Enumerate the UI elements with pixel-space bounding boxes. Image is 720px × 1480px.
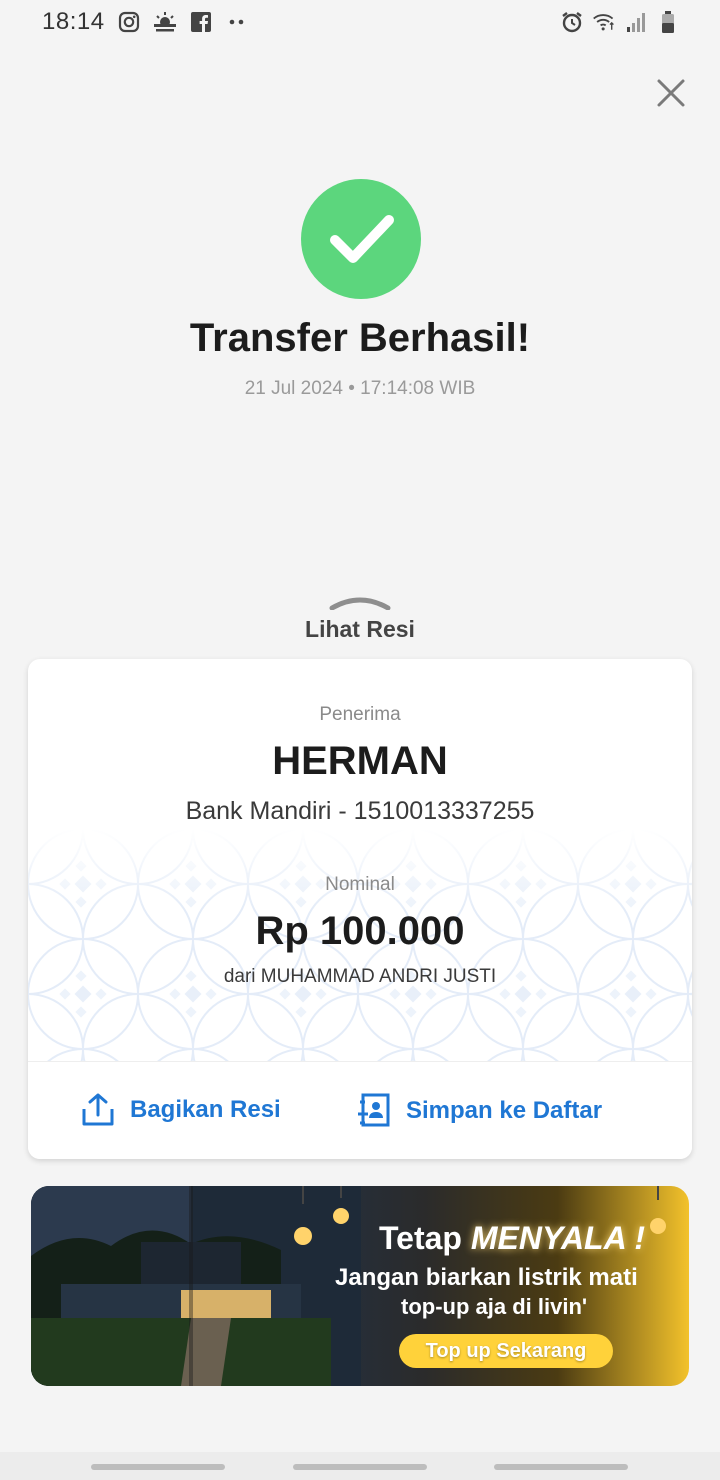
- battery-icon: [656, 10, 680, 34]
- close-icon: [657, 79, 685, 107]
- close-button[interactable]: [652, 74, 690, 112]
- system-nav-bar: [0, 1452, 720, 1480]
- banner-text: Tetap MENYALA ! Jangan biarkan listrik m…: [331, 1186, 689, 1386]
- banner-title-prefix: Tetap: [379, 1220, 462, 1256]
- receipt-actions: Bagikan Resi Simpan ke Daftar: [28, 1061, 692, 1159]
- save-to-list-button[interactable]: Simpan ke Daftar: [356, 1092, 602, 1130]
- chevron-up-icon: [329, 597, 391, 610]
- transaction-datetime: 21 Jul 2024 • 17:14:08 WIB: [244, 378, 476, 399]
- facebook-icon: [189, 10, 213, 34]
- alarm-icon: [560, 10, 584, 34]
- nav-home-handle[interactable]: [293, 1464, 427, 1470]
- nav-recents-handle[interactable]: [91, 1464, 225, 1470]
- view-receipt-toggle[interactable]: Lihat Resi: [300, 594, 420, 650]
- amount-caption: Nominal: [325, 874, 395, 895]
- share-receipt-button[interactable]: Bagikan Resi: [80, 1092, 281, 1128]
- share-receipt-label: Bagikan Resi: [130, 1096, 281, 1123]
- success-check-icon: [301, 179, 421, 299]
- status-bar: 18:14: [0, 0, 720, 44]
- promo-banner[interactable]: Tetap MENYALA ! Jangan biarkan listrik m…: [31, 1186, 689, 1386]
- recipient-caption: Penerima: [319, 704, 401, 725]
- success-title: Transfer Berhasil!: [189, 316, 531, 360]
- source-account-name: dari MUHAMMAD ANDRI JUSTI: [223, 966, 497, 987]
- banner-title-highlight: MENYALA !: [470, 1220, 646, 1256]
- more-dots-icon: [225, 10, 249, 34]
- nav-back-handle[interactable]: [494, 1464, 628, 1470]
- banner-subtitle: Jangan biarkan listrik mati: [335, 1264, 638, 1291]
- status-left: 18:14: [42, 8, 249, 36]
- signal-icon: [624, 10, 648, 34]
- status-right: [560, 10, 680, 34]
- banner-subtitle-2: top-up aja di livin': [401, 1294, 588, 1319]
- instagram-icon: [117, 10, 141, 34]
- save-contact-icon: [358, 1093, 390, 1127]
- banner-title: Tetap MENYALA !: [379, 1220, 645, 1257]
- save-to-list-label: Simpan ke Daftar: [406, 1097, 603, 1124]
- top-up-now-button[interactable]: Top up Sekarang: [399, 1334, 613, 1368]
- share-icon: [82, 1093, 114, 1126]
- recipient-bank-account: Bank Mandiri - 1510013337255: [185, 797, 535, 825]
- status-time: 18:14: [42, 8, 105, 35]
- weather-icon: [153, 10, 177, 34]
- amount-value: Rp 100.000: [255, 909, 465, 953]
- receipt-card: Penerima HERMAN Bank Mandiri - 151001333…: [28, 659, 692, 1159]
- recipient-name: HERMAN: [272, 739, 448, 783]
- view-receipt-label: Lihat Resi: [305, 616, 415, 642]
- wifi-icon: [592, 10, 616, 34]
